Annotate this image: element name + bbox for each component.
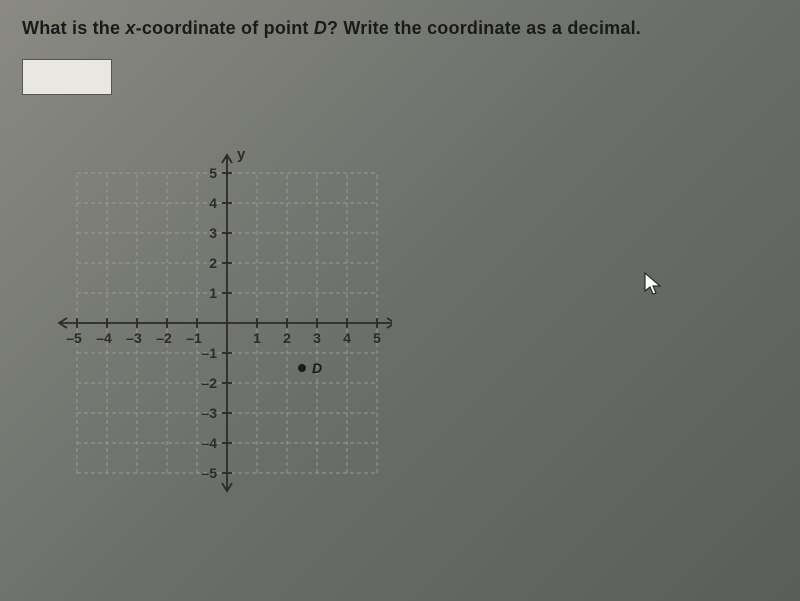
y-tick-label: 4	[209, 195, 217, 211]
x-tick-label: –5	[66, 330, 82, 346]
y-tick-label: 5	[209, 165, 217, 181]
y-axis-label: y	[237, 146, 246, 163]
question-mid: -coordinate of point	[136, 18, 314, 38]
x-tick-label: 5	[373, 330, 381, 346]
answer-input[interactable]	[22, 59, 112, 95]
question-text: What is the x-coordinate of point D? Wri…	[22, 18, 778, 39]
question-suffix: ? Write the coordinate as a decimal.	[327, 18, 641, 38]
x-tick-label: –3	[126, 330, 142, 346]
y-tick-label: 2	[209, 255, 217, 271]
x-tick-label: 3	[313, 330, 321, 346]
mouse-cursor-icon	[644, 272, 664, 298]
y-tick-label: –5	[201, 465, 217, 481]
y-tick-label: 3	[209, 225, 217, 241]
question-var-D: D	[314, 18, 327, 38]
x-tick-label: –1	[186, 330, 202, 346]
x-tick-label: 2	[283, 330, 291, 346]
x-tick-label: –2	[156, 330, 172, 346]
x-tick-label: 1	[253, 330, 261, 346]
y-tick-label: –3	[201, 405, 217, 421]
y-tick-label: –4	[201, 435, 217, 451]
question-var-x: x	[125, 18, 135, 38]
chart-svg: –5–4–3–2–112345–5–4–3–2–112345xyD	[32, 123, 392, 523]
point-label-D: D	[312, 360, 322, 376]
y-tick-label: –1	[201, 345, 217, 361]
point-D	[298, 364, 306, 372]
y-tick-label: 1	[209, 285, 217, 301]
y-tick-label: –2	[201, 375, 217, 391]
coordinate-chart: –5–4–3–2–112345–5–4–3–2–112345xyD	[32, 123, 392, 523]
x-tick-label: 4	[343, 330, 351, 346]
x-tick-label: –4	[96, 330, 112, 346]
question-prefix: What is the	[22, 18, 125, 38]
